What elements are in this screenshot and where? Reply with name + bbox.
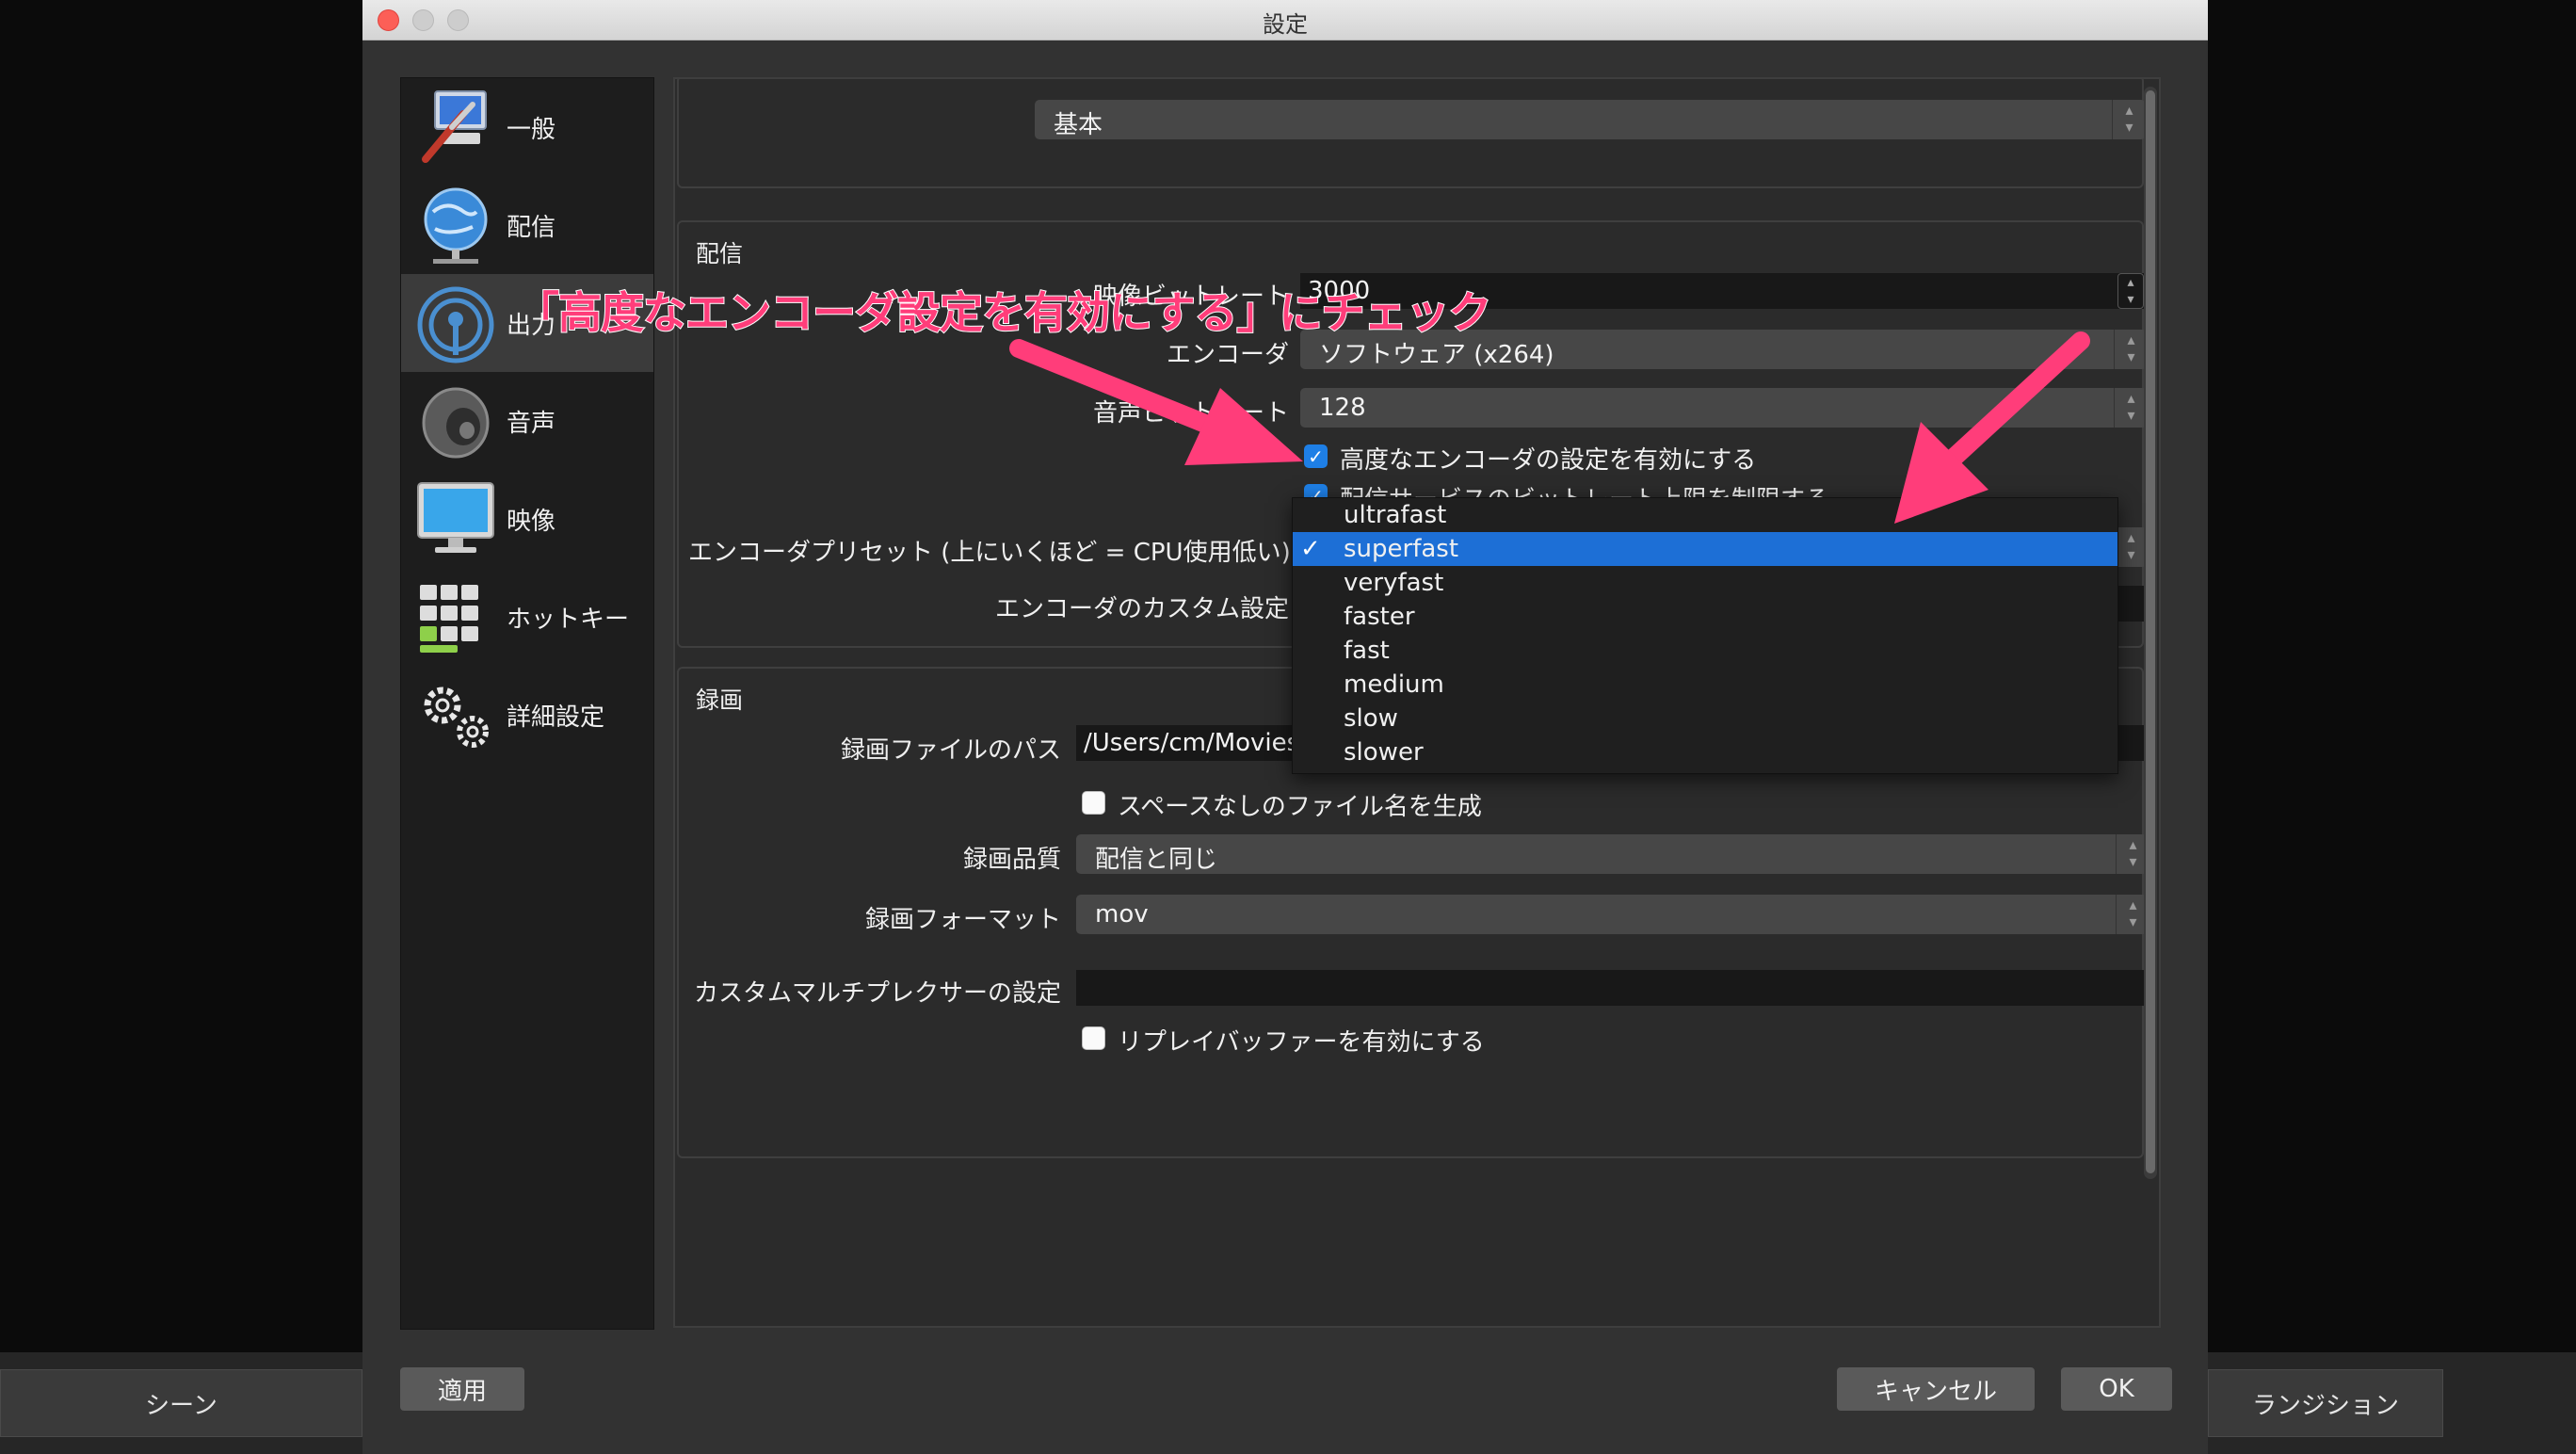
cancel-button[interactable]: キャンセル (1837, 1367, 2035, 1411)
recording-format-select[interactable]: mov ▴ ▾ (1076, 895, 2149, 934)
preset-option-slower[interactable]: slower (1293, 735, 2117, 769)
window-title: 設定 (1263, 11, 1308, 38)
output-mode-select[interactable]: 基本 ▴ ▾ (1035, 100, 2146, 139)
recording-format-value: mov (1095, 900, 1149, 929)
recording-quality-select[interactable]: 配信と同じ ▴ ▾ (1076, 834, 2149, 874)
no-space-filename-label: スペースなしのファイル名を生成 (1118, 793, 1482, 821)
ok-button[interactable]: OK (2061, 1367, 2172, 1411)
keyboard-icon (420, 585, 478, 653)
advanced-encoder-label: 高度なエンコーダの設定を有効にする (1340, 446, 1757, 475)
recording-format-label: 録画フォーマット (864, 906, 1061, 934)
sidebar-label-hotkeys: ホットキー (507, 605, 630, 634)
advanced-encoder-checkbox[interactable]: ✓ (1304, 444, 1328, 468)
stepper-icon[interactable]: ▴ ▾ (2117, 273, 2144, 309)
preset-option-label: slow (1344, 704, 1398, 733)
custom-muxer-label: カスタムマルチプレクサーの設定 (693, 979, 1061, 1008)
transitions-dock-label: ランジション (2251, 1391, 2399, 1420)
sidebar-item-hotkeys[interactable]: ホットキー (401, 568, 653, 666)
output-mode-group: 出力モード 基本 ▴▾ (677, 79, 2146, 188)
chevron-updown-icon: ▴ ▾ (2114, 388, 2148, 428)
replay-buffer-label: リプレイバッファーを有効にする (1118, 1028, 1485, 1057)
apply-button[interactable]: 適用 (400, 1367, 524, 1411)
preset-option-label: superfast (1344, 535, 1459, 563)
preset-option-label: slower (1344, 738, 1424, 767)
custom-muxer-input[interactable] (1076, 970, 2149, 1006)
replay-buffer-checkbox[interactable] (1082, 1026, 1105, 1050)
sidebar-item-advanced[interactable]: 詳細設定 (401, 666, 653, 764)
sidebar-item-stream[interactable]: 配信 (401, 176, 653, 274)
recording-quality-label: 録画品質 (962, 846, 1061, 874)
sidebar-label-general: 一般 (507, 115, 556, 144)
recording-group-title: 録画 (696, 687, 744, 714)
sidebar-label-audio: 音声 (507, 409, 556, 438)
custom-encoder-settings-label: エンコーダのカスタム設定 (994, 595, 1289, 623)
scenes-dock-tab[interactable]: シーン (0, 1369, 362, 1437)
content-scrollbar[interactable] (2144, 87, 2157, 1179)
content-scrollbar-thumb[interactable] (2146, 90, 2155, 1173)
scenes-dock-label: シーン (145, 1391, 217, 1420)
monitor-icon (417, 482, 494, 553)
title-bar: 設定 (362, 0, 2208, 40)
preset-option-medium[interactable]: medium (1293, 668, 2117, 702)
encoder-preset-dropdown[interactable]: ultrafast ✓ superfast veryfast faster fast med… (1292, 497, 2118, 774)
preset-option-faster[interactable]: faster (1293, 600, 2117, 634)
output-mode-value: 基本 (1054, 111, 1103, 139)
sidebar-item-video[interactable]: 映像 (401, 470, 653, 568)
preset-option-ultrafast[interactable]: ultrafast (1293, 498, 2117, 532)
output-broadcast-icon (417, 286, 494, 364)
gears-icon (424, 687, 489, 748)
audio-bitrate-label: 音声ビットレート (1092, 399, 1289, 428)
preset-option-label: ultrafast (1344, 501, 1447, 529)
sidebar-label-video: 映像 (507, 507, 556, 536)
transitions-dock-tab[interactable]: ランジション (2208, 1369, 2443, 1437)
no-space-filename-checkbox[interactable] (1082, 791, 1105, 815)
settings-sidebar: 一般 配信 出力 音声 映像 ホットキー 詳細設定 (400, 77, 654, 1330)
checkmark-icon: ✓ (1300, 535, 1321, 563)
preset-option-fast[interactable]: fast (1293, 634, 2117, 668)
sidebar-label-advanced: 詳細設定 (507, 703, 605, 732)
chevron-updown-icon: ▴ ▾ (2112, 100, 2146, 139)
chevron-updown-icon: ▴ ▾ (2114, 527, 2148, 567)
preset-option-superfast[interactable]: ✓ superfast (1293, 532, 2117, 566)
stream-globe-icon (424, 187, 488, 264)
speaker-icon (422, 387, 490, 459)
general-settings-icon (422, 90, 487, 163)
streaming-group-title: 配信 (696, 240, 744, 267)
chevron-updown-icon: ▴ ▾ (2114, 330, 2148, 369)
preset-option-label: medium (1344, 670, 1444, 699)
recording-path-label: 録画ファイルのパス (840, 736, 1061, 765)
annotation-text: 「高度なエンコーダ設定を有効にする」にチェック (515, 286, 1492, 339)
audio-bitrate-select[interactable]: 128 ▴ ▾ (1300, 388, 2148, 428)
preset-option-label: faster (1344, 603, 1415, 631)
recording-quality-value: 配信と同じ (1095, 846, 1218, 874)
audio-bitrate-value: 128 (1319, 394, 1366, 422)
sidebar-label-stream: 配信 (507, 213, 556, 242)
sidebar-item-audio[interactable]: 音声 (401, 372, 653, 470)
preset-option-label: fast (1344, 637, 1390, 665)
preset-option-label: veryfast (1344, 569, 1444, 597)
sidebar-item-general[interactable]: 一般 (401, 78, 653, 176)
encoder-preset-label: エンコーダプリセット (上にいくほど = CPU使用低い) (688, 539, 1291, 567)
preset-option-veryfast[interactable]: veryfast (1293, 566, 2117, 600)
recording-path-value: /Users/cm/Movies (1084, 729, 1300, 757)
preset-option-slow[interactable]: slow (1293, 702, 2117, 735)
